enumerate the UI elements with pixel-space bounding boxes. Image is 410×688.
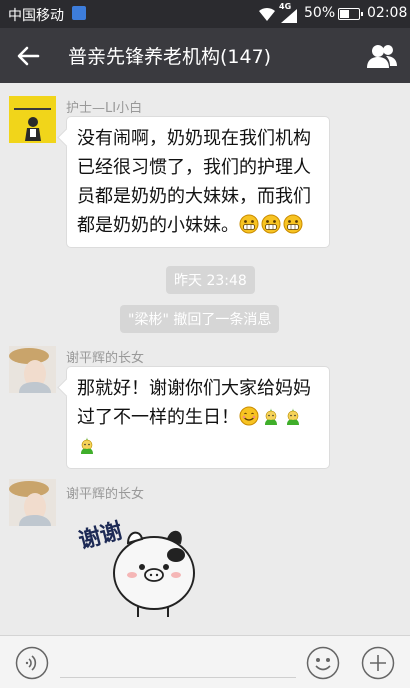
grin-emoji-icon xyxy=(283,214,303,234)
group-members-icon[interactable] xyxy=(366,42,398,70)
grin-emoji-icon xyxy=(239,214,259,234)
chat-title: 普亲先锋养老机构(147) xyxy=(68,46,272,68)
chat-header: 普亲先锋养老机构(147) xyxy=(0,28,410,83)
clock: 02:08 xyxy=(367,5,408,21)
voice-icon[interactable] xyxy=(15,646,49,680)
avatar[interactable] xyxy=(9,346,56,393)
battery-icon xyxy=(338,8,363,20)
message-list[interactable]: 护士—LI小白 没有闹啊，奶奶现在我们机构 已经很习惯了，我们的护理人 员都是奶… xyxy=(0,83,410,635)
sender-name: 护士—LI小白 xyxy=(66,101,143,116)
message-bubble[interactable]: 没有闹啊，奶奶现在我们机构 已经很习惯了，我们的护理人 员都是奶奶的大妹妹，而我… xyxy=(66,116,330,248)
message-input[interactable] xyxy=(60,677,296,678)
recall-notice: "梁彬" 撤回了一条消息 xyxy=(120,305,280,333)
sprout-emoji-icon xyxy=(265,408,277,425)
sticker[interactable]: 谢谢 xyxy=(68,503,208,623)
sprout-emoji-icon xyxy=(287,408,299,425)
sender-name: 谢平辉的长女 xyxy=(66,487,145,502)
sender-name: 谢平辉的长女 xyxy=(66,351,145,366)
sticker-text: 谢谢 xyxy=(76,518,125,555)
grin-emoji-icon xyxy=(261,214,281,234)
notification-icon xyxy=(72,6,86,20)
status-bar: 中国移动 4G 50% 02:08 xyxy=(0,0,410,28)
avatar[interactable] xyxy=(9,96,56,143)
plus-icon[interactable] xyxy=(361,646,395,680)
battery-percent: 50% xyxy=(304,5,336,21)
avatar[interactable] xyxy=(9,479,56,526)
timestamp-divider: 昨天 23:48 xyxy=(166,266,255,294)
smile-emoji-icon xyxy=(239,406,259,426)
message-text: 那就好！谢谢你们大家给妈妈 过了不一样的生日！ xyxy=(77,374,319,461)
message-text: 没有闹啊，奶奶现在我们机构 已经很习惯了，我们的护理人 员都是奶奶的大妹妹，而我… xyxy=(77,128,311,236)
carrier-label: 中国移动 xyxy=(8,8,64,24)
emoji-icon[interactable] xyxy=(306,646,340,680)
input-bar xyxy=(0,635,410,688)
message-bubble[interactable]: 那就好！谢谢你们大家给妈妈 过了不一样的生日！ xyxy=(66,366,330,469)
signal-icon xyxy=(281,9,297,23)
sprout-emoji-icon xyxy=(81,437,93,454)
wifi-icon xyxy=(259,7,275,21)
arrow-left-icon[interactable] xyxy=(12,40,44,72)
